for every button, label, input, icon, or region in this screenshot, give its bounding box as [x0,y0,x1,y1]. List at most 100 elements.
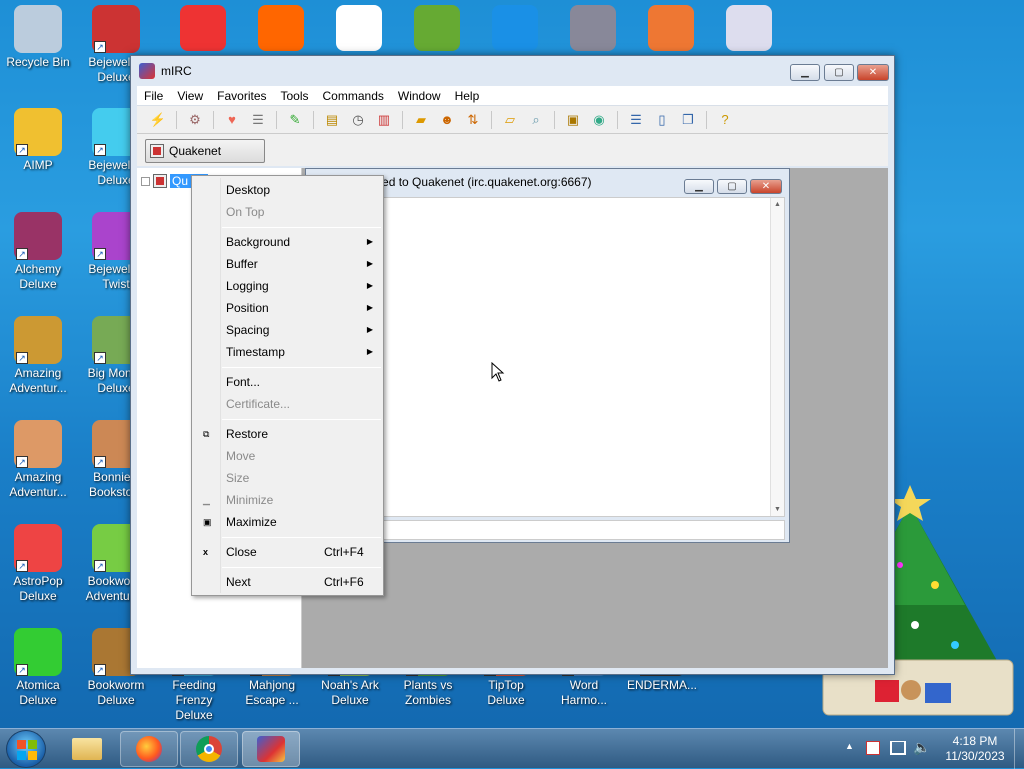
chrome-icon [196,736,222,762]
tray-clock[interactable]: 4:18 PM 11/30/2023 [938,734,1012,764]
menu-help[interactable]: Help [448,89,487,103]
status-minimize-button[interactable]: ▁ [684,179,714,194]
favorites-icon[interactable]: ♥ [221,110,243,130]
shortcut-arrow-icon: ↗ [16,144,28,156]
menu-window[interactable]: Window [391,89,448,103]
notify-list-icon[interactable]: ▣ [562,110,584,130]
desktop-app-icon[interactable] [336,5,382,51]
amazing-adventures-2-icon: ↗ [14,420,62,468]
tile-vertical-icon[interactable]: ▯ [651,110,673,130]
desktop-app-icon[interactable] [414,5,460,51]
server-icon [150,144,164,158]
bejeweled-icon: ↗ [92,5,140,53]
desktop-app-icon[interactable] [726,5,772,51]
folder-icon [72,738,102,760]
menu-tools[interactable]: Tools [274,89,316,103]
timer-icon[interactable]: ◷ [347,110,369,130]
desktop-icon-label: Noah's Ark Deluxe [321,678,379,707]
menu-item-desktop[interactable]: Desktop [192,179,383,201]
switchbar-label: Quakenet [169,144,222,158]
menu-item-timestamp[interactable]: Timestamp ▶ [192,341,383,363]
menu-commands[interactable]: Commands [316,89,391,103]
scripts-editor-icon[interactable]: ✎ [284,110,306,130]
desktop-app-icon[interactable] [570,5,616,51]
menu-item-next[interactable]: Next Ctrl+F6 [192,571,383,593]
minimize-icon: ▁ [203,495,210,505]
menu-item-restore[interactable]: ⧉ Restore [192,423,383,445]
menu-view[interactable]: View [170,89,210,103]
dcc-chat-icon[interactable]: ☻ [436,110,458,130]
desktop-icon[interactable]: ↗ AstroPop Deluxe [0,524,76,604]
menu-item-background[interactable]: Background ▶ [192,231,383,253]
dcc-options-icon[interactable]: ⇅ [462,110,484,130]
switchbar-button-quakenet[interactable]: Quakenet [145,139,265,163]
tree-expander-icon[interactable] [141,176,150,186]
status-close-button[interactable]: ✕ [750,179,782,194]
colors-icon[interactable]: ▥ [373,110,395,130]
menu-item-spacing[interactable]: Spacing ▶ [192,319,383,341]
submenu-arrow-icon: ▶ [366,281,373,290]
taskbar-chrome-button[interactable] [180,731,238,767]
shortcut-arrow-icon: ↗ [94,248,106,260]
menu-file[interactable]: File [137,89,170,103]
tile-horizontal-icon[interactable]: ☰ [625,110,647,130]
clock-date: 11/30/2023 [945,749,1005,763]
tray-volume-icon[interactable]: 🔈 [913,739,930,756]
desktop-icon-label: Plants vs Zombies [403,678,453,707]
minimize-button[interactable]: ▁ [790,64,820,81]
menu-favorites[interactable]: Favorites [210,89,273,103]
cascade-icon[interactable]: ❐ [677,110,699,130]
submenu-arrow-icon: ▶ [366,325,373,334]
server-icon [153,174,167,188]
status-maximize-button[interactable]: ▢ [717,179,747,194]
menu-item-close[interactable]: x Close Ctrl+F4 [192,541,383,563]
mouse-cursor-icon [491,362,505,382]
menu-item-buffer[interactable]: Buffer ▶ [192,253,383,275]
tray-show-hidden-icon[interactable]: ▲ [845,741,854,751]
submenu-arrow-icon: ▶ [366,347,373,356]
vertical-scrollbar[interactable]: ▲ ▼ [770,198,784,516]
taskbar-mirc-button[interactable] [242,731,300,767]
desktop-icon[interactable]: ↗ Amazing Adventur... [0,316,76,396]
desktop-icon-label: AIMP [23,158,53,172]
desktop-icon[interactable]: ↗ Atomica Deluxe [0,628,76,708]
channel-list-icon[interactable]: ☰ [247,110,269,130]
maximize-button[interactable]: ▢ [824,64,854,81]
desktop-app-icon[interactable] [180,5,226,51]
desktop-icon[interactable]: Recycle Bin [0,5,76,70]
dcc-send-icon[interactable]: ▰ [410,110,432,130]
url-list-icon[interactable]: ◉ [588,110,610,130]
connect-icon[interactable]: ⚡ [147,110,169,130]
shortcut-label: Ctrl+F4 [324,545,364,559]
help-icon[interactable]: ? [714,110,736,130]
mirc-icon [257,736,285,762]
start-button[interactable] [6,730,46,768]
menu-item-logging[interactable]: Logging ▶ [192,275,383,297]
desktop-icon[interactable]: ↗ AIMP [0,108,76,173]
received-files-icon[interactable]: ▱ [499,110,521,130]
desktop-app-icon[interactable] [648,5,694,51]
address-book-icon[interactable]: ▤ [321,110,343,130]
desktop-icon-label: TipTop Deluxe [487,678,525,707]
taskbar-firefox-button[interactable] [120,731,178,767]
logs-icon[interactable]: ⌕ [525,110,547,130]
desktop-icon[interactable]: ↗ Alchemy Deluxe [0,212,76,292]
clock-time: 4:18 PM [952,734,998,748]
menu-item-certificate: Certificate... [226,397,291,411]
desktop-app-icon[interactable] [492,5,538,51]
shortcut-arrow-icon: ↗ [16,248,28,260]
mirc-titlebar[interactable]: mIRC [131,56,894,86]
shortcut-arrow-icon: ↗ [16,664,28,676]
tray-network-icon[interactable] [890,741,906,755]
desktop-icon-label: Amazing Adventur... [9,366,67,395]
close-button[interactable]: ✕ [857,64,889,81]
taskbar-explorer-button[interactable] [58,731,116,767]
tray-action-center-icon[interactable] [866,741,880,755]
options-icon[interactable]: ⚙ [184,110,206,130]
menu-item-maximize[interactable]: ▣ Maximize [192,511,383,533]
show-desktop-button[interactable] [1014,729,1024,769]
desktop-icon[interactable]: ↗ Amazing Adventur... [0,420,76,500]
desktop-app-icon[interactable] [258,5,304,51]
menu-item-position[interactable]: Position ▶ [192,297,383,319]
menu-item-font[interactable]: Font... [192,371,383,393]
